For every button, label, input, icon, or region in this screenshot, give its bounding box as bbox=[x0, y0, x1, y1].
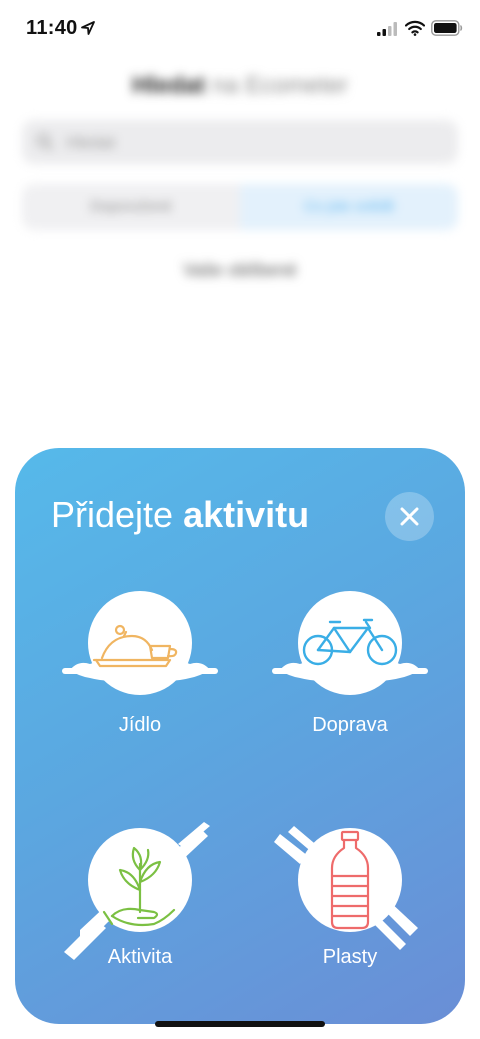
signal-icon bbox=[377, 22, 397, 36]
background-segmented-control: Doporučené Co jste snědli bbox=[22, 184, 458, 230]
add-activity-sheet: Přidejte aktivitu Jídlo Doprava Aktivita… bbox=[15, 448, 465, 1024]
food-tray-cup-icon bbox=[62, 591, 218, 695]
background-screen: Hledat na Ecometer Hledat Doporučené Co … bbox=[0, 58, 480, 478]
sheet-title-regular: Přidejte bbox=[51, 494, 174, 535]
home-indicator[interactable] bbox=[155, 1021, 325, 1027]
status-time: 11:40 bbox=[26, 17, 78, 39]
search-icon bbox=[37, 134, 53, 150]
background-title-light: na Ecometer bbox=[211, 72, 349, 99]
plastic-bottle-icon bbox=[274, 826, 418, 950]
close-icon bbox=[400, 507, 419, 526]
location-arrow-icon bbox=[81, 21, 95, 35]
background-search-field: Hledat bbox=[22, 120, 458, 164]
tile-activity-label: Aktivita bbox=[107, 946, 173, 968]
sheet-title-bold: aktivitu bbox=[183, 494, 310, 535]
status-bar: 11:40 bbox=[0, 0, 480, 58]
sheet-title: Přidejte aktivitu bbox=[51, 494, 309, 536]
close-button[interactable] bbox=[385, 492, 434, 541]
wifi-icon bbox=[405, 20, 425, 36]
background-title-bold: Hledat bbox=[131, 72, 206, 99]
background-segment-right: Co jste snědli bbox=[240, 184, 458, 230]
tile-food-label: Jídlo bbox=[118, 714, 162, 736]
bicycle-icon bbox=[272, 591, 428, 695]
plant-in-hand-icon bbox=[64, 822, 210, 960]
tile-transport-label: Doprava bbox=[312, 714, 388, 736]
background-link: Vaše oblíbené bbox=[183, 260, 297, 280]
background-search-placeholder: Hledat bbox=[66, 133, 116, 152]
background-title: Hledat na Ecometer bbox=[0, 72, 480, 100]
tile-plastic-label: Plasty bbox=[322, 946, 378, 968]
background-segment-left: Doporučené bbox=[90, 198, 172, 215]
battery-icon bbox=[431, 20, 463, 36]
